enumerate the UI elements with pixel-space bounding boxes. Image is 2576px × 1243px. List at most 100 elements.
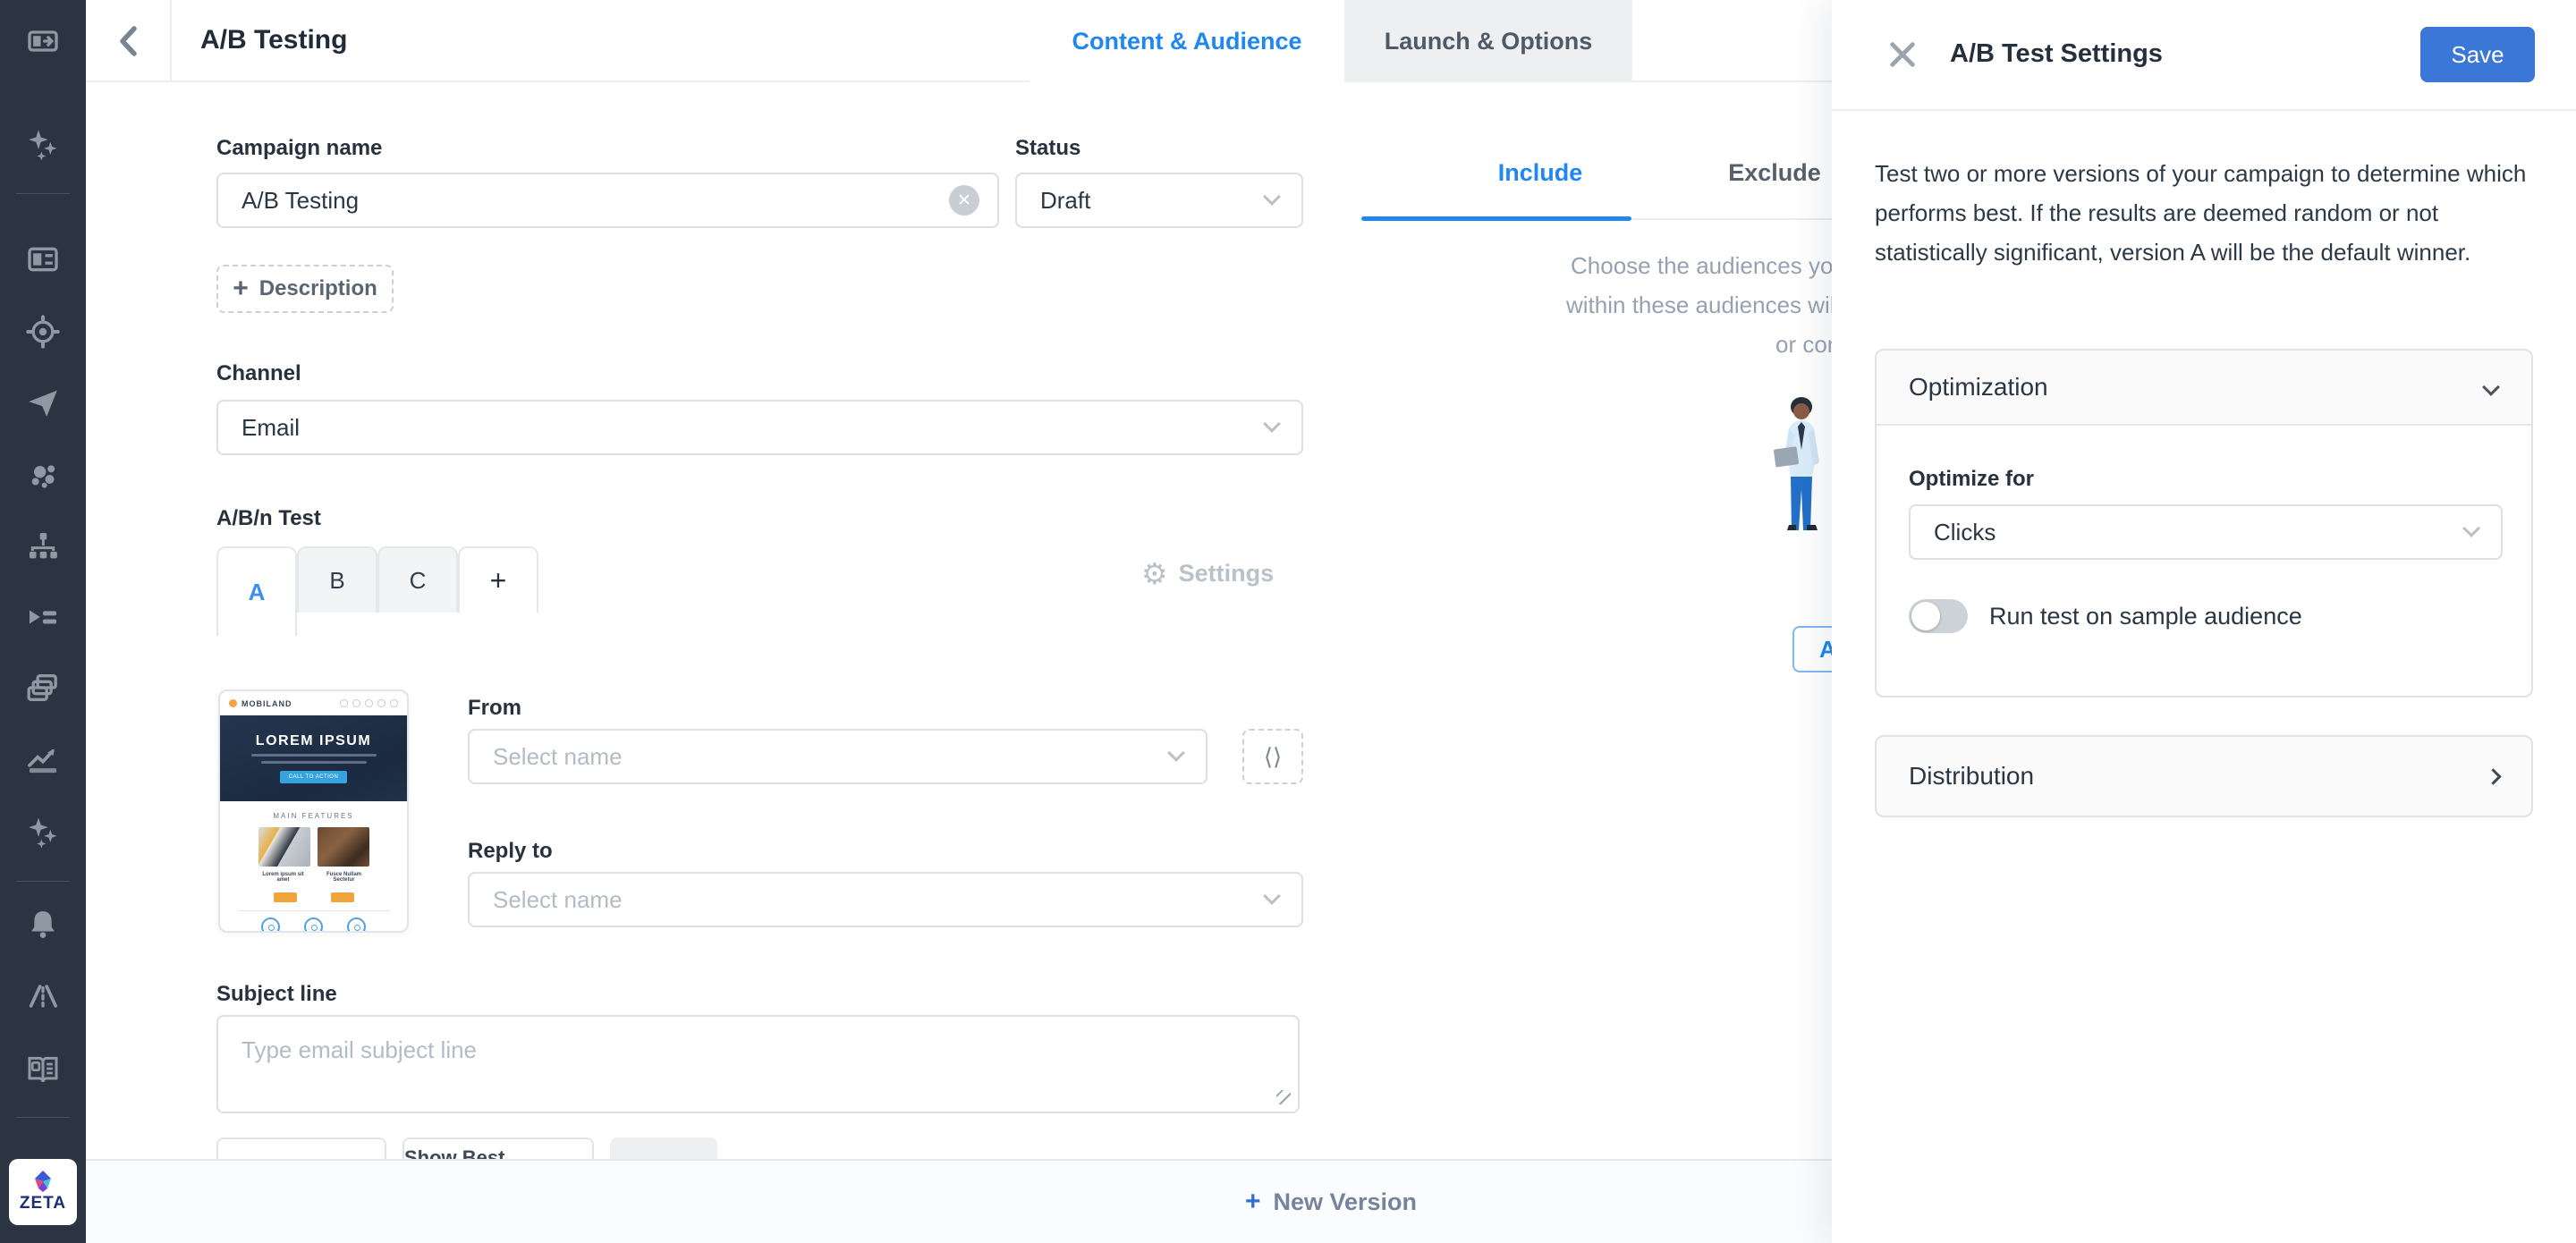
consult-button[interactable]: Consult <box>610 1137 717 1159</box>
channel-select[interactable]: Email <box>216 400 1303 455</box>
preview-hero-title: LOREM IPSUM <box>256 733 371 749</box>
optimize-for-select[interactable]: Clicks <box>1909 504 2503 560</box>
close-icon[interactable] <box>1887 39 1918 70</box>
target-icon[interactable] <box>23 312 63 351</box>
analytics-icon[interactable] <box>23 740 63 780</box>
resize-handle[interactable] <box>1276 1090 1291 1104</box>
code-icon: ⟨⟩ <box>1264 743 1282 771</box>
sparkles-icon-2[interactable] <box>23 813 63 852</box>
save-button[interactable]: Save <box>2420 27 2535 82</box>
social-icon <box>365 699 373 707</box>
from-placeholder: Select name <box>493 743 623 771</box>
code-view-button[interactable]: ⟨⟩ <box>1242 729 1303 784</box>
plus-icon: + <box>1245 1187 1261 1217</box>
preview-icon <box>347 917 366 933</box>
assets-icon[interactable] <box>23 668 63 707</box>
add-variant-button[interactable]: + <box>458 546 538 613</box>
status-label: Status <box>1015 136 1080 161</box>
channel-value: Email <box>242 414 300 442</box>
new-version-button[interactable]: + New Version <box>1245 1187 1417 1217</box>
sidebar-divider <box>16 881 70 882</box>
sparkles-icon[interactable] <box>23 125 63 165</box>
optimize-for-value: Clicks <box>1934 519 1996 546</box>
tab-launch-options[interactable]: Launch & Options <box>1344 0 1632 82</box>
chevron-down-icon <box>1167 744 1185 762</box>
left-sidebar: ZETA <box>0 0 86 1243</box>
page-title: A/B Testing <box>200 25 347 55</box>
send-icon[interactable] <box>23 383 63 422</box>
preview-text-line <box>251 754 377 757</box>
back-button[interactable] <box>86 0 172 82</box>
channel-label: Channel <box>216 361 301 386</box>
zeta-diamond-icon <box>30 1171 56 1192</box>
preview-feature-image <box>318 827 369 867</box>
social-icon <box>340 699 348 707</box>
clipped-toolbar: +Attribute Show Best Practices Consult <box>216 1137 1021 1159</box>
variant-tab-c[interactable]: C <box>377 546 458 613</box>
clear-input-icon[interactable]: ✕ <box>949 185 979 216</box>
subject-line-textarea[interactable]: Type email subject line <box>216 1015 1300 1113</box>
ab-test-settings-panel: A/B Test Settings Save Test two or more … <box>1832 0 2576 1243</box>
sidebar-divider <box>16 1117 70 1118</box>
docs-icon[interactable] <box>23 1049 63 1088</box>
email-preview-thumbnail[interactable]: MOBILAND LOREM IPSUM CALL TO ACTION MAIN… <box>218 689 409 933</box>
chevron-down-icon <box>1263 415 1281 433</box>
preview-hero: LOREM IPSUM CALL TO ACTION <box>220 715 407 801</box>
preview-features-title: MAIN FEATURES <box>220 812 407 820</box>
chevron-down-icon <box>1263 188 1281 206</box>
add-description-button[interactable]: + Description <box>216 265 394 313</box>
road-icon[interactable] <box>23 977 63 1016</box>
active-tab-underline <box>1361 216 1631 221</box>
preview-icon <box>304 917 323 933</box>
tab-content-audience[interactable]: Content & Audience <box>1030 0 1344 82</box>
journey-icon[interactable] <box>23 597 63 637</box>
chevron-down-icon <box>2462 520 2480 537</box>
sidebar-divider <box>16 193 70 194</box>
status-value: Draft <box>1040 187 1090 215</box>
campaign-name-label: Campaign name <box>216 136 382 161</box>
preview-text-line <box>261 761 367 764</box>
notifications-icon[interactable] <box>23 905 63 944</box>
abn-test-label: A/B/n Test <box>216 506 321 531</box>
panel-description: Test two or more versions of your campai… <box>1875 154 2538 272</box>
tab-include[interactable]: Include <box>1361 159 1719 187</box>
preview-feature-image <box>258 827 310 867</box>
collapse-sidebar-icon[interactable] <box>23 21 63 61</box>
dashboard-icon[interactable] <box>23 240 63 279</box>
zeta-logo-label: ZETA <box>20 1194 66 1213</box>
optimization-title: Optimization <box>1909 373 2048 402</box>
toggle-knob <box>1911 602 1940 630</box>
chevron-right-icon <box>2485 768 2501 784</box>
variant-settings-button[interactable]: ⚙ Settings <box>1141 556 1274 591</box>
distribution-accordion-header[interactable]: Distribution <box>1875 735 2533 817</box>
panel-title: A/B Test Settings <box>1950 39 2163 69</box>
subject-line-label: Subject line <box>216 982 337 1007</box>
status-select[interactable]: Draft <box>1015 173 1303 228</box>
back-chevron-icon <box>116 24 140 58</box>
sample-audience-toggle[interactable] <box>1909 599 1968 633</box>
audience-icon[interactable] <box>23 455 63 495</box>
chevron-down-icon <box>1263 887 1281 905</box>
optimization-accordion-header[interactable]: Optimization <box>1877 351 2531 426</box>
chevron-down-icon <box>2482 378 2500 396</box>
social-icon <box>390 699 398 707</box>
hierarchy-icon[interactable] <box>23 527 63 566</box>
distribution-title: Distribution <box>1909 762 2034 791</box>
reply-to-select[interactable]: Select name <box>468 872 1303 927</box>
campaign-name-input[interactable]: A/B Testing ✕ <box>216 173 999 228</box>
preview-brand: MOBILAND <box>242 699 335 708</box>
add-description-label: Description <box>259 276 377 301</box>
gear-icon: ⚙ <box>1141 556 1168 591</box>
from-select[interactable]: Select name <box>468 729 1208 784</box>
variant-tabs: A B C + <box>216 546 753 636</box>
social-icon <box>377 699 386 707</box>
variant-tab-b[interactable]: B <box>297 546 377 613</box>
preview-cta-button: CALL TO ACTION <box>280 771 348 783</box>
variant-tab-a[interactable]: A <box>216 546 297 636</box>
attribute-button[interactable]: +Attribute <box>216 1137 386 1159</box>
show-best-practices-button[interactable]: Show Best Practices <box>402 1137 594 1159</box>
preview-button <box>274 892 297 902</box>
reply-to-placeholder: Select name <box>493 886 623 914</box>
reply-to-label: Reply to <box>468 839 553 864</box>
zeta-logo[interactable]: ZETA <box>9 1159 77 1225</box>
